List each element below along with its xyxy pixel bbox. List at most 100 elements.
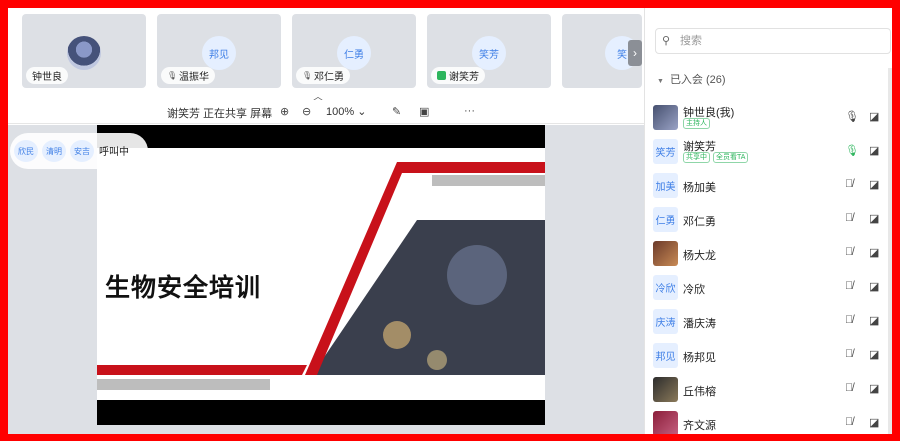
avatar: 欣民: [14, 140, 38, 162]
tile-name-tag: 🎙 温振华: [161, 67, 215, 84]
presentation-slide: 生物安全培训: [97, 125, 545, 425]
participant-name: 潘庆涛: [683, 318, 716, 330]
avatar: 仁勇: [653, 207, 678, 232]
participant-row[interactable]: 仁勇 邓仁勇 🎙̸ ◪: [645, 202, 892, 236]
participant-row[interactable]: 钟世良(我) 主持人 🎙 ◪: [645, 100, 892, 134]
search-box[interactable]: ⚲: [655, 28, 891, 54]
more-icon[interactable]: ···: [464, 105, 475, 117]
role-badge: 全员看TA: [713, 152, 749, 163]
mic-muted-icon[interactable]: 🎙̸: [845, 280, 853, 292]
participant-row[interactable]: 杨大龙 🎙̸ ◪: [645, 236, 892, 270]
mic-muted-icon[interactable]: 🎙̸: [845, 246, 853, 258]
camera-off-icon[interactable]: ◪: [869, 314, 879, 327]
avatar: 清明: [42, 140, 66, 162]
camera-off-icon[interactable]: ◪: [869, 246, 879, 259]
remote-control-icon[interactable]: ▣: [419, 105, 429, 118]
participant-name: 齐文源: [683, 420, 716, 432]
avatar: 加美: [653, 173, 678, 198]
participant-name: 邓仁勇: [683, 216, 716, 228]
video-tile[interactable]: 邦见 🎙 温振华: [157, 14, 281, 88]
joined-group-header[interactable]: ▼ 已入会 (26): [657, 71, 726, 87]
camera-off-icon[interactable]: ◪: [869, 348, 879, 361]
avatar: 笑芳: [653, 139, 678, 164]
participant-name: 杨加美: [683, 182, 716, 194]
mic-muted-icon[interactable]: 🎙̸: [845, 416, 853, 428]
video-tile[interactable]: 钟世良: [22, 14, 146, 88]
caret-down-icon: ▼: [657, 78, 664, 85]
annotate-pen-icon[interactable]: ✎: [392, 105, 401, 118]
chevron-down-icon: ⌄: [357, 106, 367, 118]
participant-tags: 共享中 全员看TA: [683, 152, 749, 163]
participant-row[interactable]: 丘伟榕 🎙̸ ◪: [645, 372, 892, 406]
search-icon: ⚲: [662, 35, 671, 47]
camera-off-icon[interactable]: ◪: [869, 144, 879, 157]
zoom-out-icon[interactable]: ⊖: [302, 105, 311, 118]
mic-muted-icon[interactable]: 🎙̸: [845, 212, 853, 224]
reactions-pill[interactable]: 欣民 清明 安吉 呼叫中: [10, 133, 148, 169]
letterbox-bottom: [97, 400, 545, 425]
avatar: [653, 105, 678, 130]
zoom-level-select[interactable]: 100% ⌄: [326, 105, 366, 118]
camera-off-icon[interactable]: ◪: [869, 178, 879, 191]
camera-off-icon[interactable]: ◪: [869, 212, 879, 225]
mic-muted-icon: 🎙: [302, 71, 313, 80]
avatar: [67, 36, 101, 70]
avatar: 冷欣: [653, 275, 678, 300]
zoom-in-icon[interactable]: ⊕: [280, 105, 289, 118]
participant-row[interactable]: 冷欣 冷欣 🎙̸ ◪: [645, 270, 892, 304]
camera-off-icon[interactable]: ◪: [869, 110, 879, 123]
participants-panel: ⚲ ▼已入会 (26) 钟世良(我)主持人🎙◪笑芳谢笑芳共享中全员看TA🎙◪加美…: [644, 8, 892, 434]
video-thumbnail-strip: 钟世良 邦见 🎙 温振华 仁勇 🎙 邓仁勇 笑芳 谢笑芳 笑 ›: [8, 8, 644, 92]
tile-name: 钟世良: [32, 72, 62, 83]
participant-name: 杨大龙: [683, 250, 716, 262]
avatar: [653, 241, 678, 266]
mic-muted-icon[interactable]: 🎙̸: [845, 348, 853, 360]
mic-muted-icon: 🎙: [167, 71, 178, 80]
avatar: 安吉: [70, 140, 94, 162]
tile-name-tag: 谢笑芳: [431, 67, 485, 84]
mic-active-icon[interactable]: 🎙: [845, 144, 859, 157]
tile-name: 谢笑芳: [449, 72, 479, 83]
video-tile[interactable]: 笑芳 谢笑芳: [427, 14, 551, 88]
role-badge: 主持人: [683, 118, 710, 129]
participant-name: 丘伟榕: [683, 386, 716, 398]
avatar: 庆涛: [653, 309, 678, 334]
chevron-right-icon: ›: [633, 46, 637, 60]
video-tile[interactable]: 仁勇 🎙 邓仁勇: [292, 14, 416, 88]
role-badge: 共享中: [683, 152, 710, 163]
next-page-button[interactable]: ›: [628, 40, 642, 66]
participant-row[interactable]: 笑芳 谢笑芳 共享中 全员看TA 🎙 ◪: [645, 134, 892, 168]
participant-row[interactable]: 邦见 杨邦见 🎙̸ ◪: [645, 338, 892, 372]
participant-row[interactable]: 庆涛 潘庆涛 🎙̸ ◪: [645, 304, 892, 338]
slide-red-stripe-bottom: [97, 365, 307, 375]
participant-name: 杨邦见: [683, 352, 716, 364]
avatar: 仁勇: [337, 36, 371, 70]
participant-row[interactable]: 齐文源 🎙̸ ◪: [645, 406, 892, 434]
search-input[interactable]: [680, 32, 880, 50]
screen-share-icon: [437, 71, 446, 80]
camera-off-icon[interactable]: ◪: [869, 280, 879, 293]
camera-off-icon[interactable]: ◪: [869, 416, 879, 429]
slide-title: 生物安全培训: [105, 273, 262, 302]
participant-tags: 主持人: [683, 118, 710, 129]
panel-scrollbar[interactable]: [888, 68, 892, 434]
mic-icon[interactable]: 🎙: [845, 110, 859, 123]
avatar: 邦见: [653, 343, 678, 368]
participant-row[interactable]: 加美 杨加美 🎙̸ ◪: [645, 168, 892, 202]
share-toolbar: 谢笑芳 正在共享 屏幕 ⊕ ⊖ 100% ⌄ ✎ ▣ ···: [8, 100, 644, 124]
tile-name: 温振华: [179, 72, 209, 83]
tile-name-tag: 钟世良: [26, 67, 68, 84]
zoom-level-value: 100%: [326, 106, 355, 118]
mic-muted-icon[interactable]: 🎙̸: [845, 314, 853, 326]
avatar: 邦见: [202, 36, 236, 70]
shared-screen: 生物安全培训 欣民 清明 安吉 呼叫中: [8, 125, 644, 434]
joined-group-label: 已入会 (26): [669, 74, 726, 86]
calling-status: 呼叫中: [99, 147, 129, 158]
slide-bokeh-light: [383, 321, 411, 349]
mic-muted-icon[interactable]: 🎙̸: [845, 382, 853, 394]
slide-bokeh-light: [427, 350, 447, 370]
mic-muted-icon[interactable]: 🎙̸: [845, 178, 853, 190]
camera-off-icon[interactable]: ◪: [869, 382, 879, 395]
slide-gray-bar: [432, 175, 545, 186]
slide-photo-hand: [447, 245, 507, 305]
